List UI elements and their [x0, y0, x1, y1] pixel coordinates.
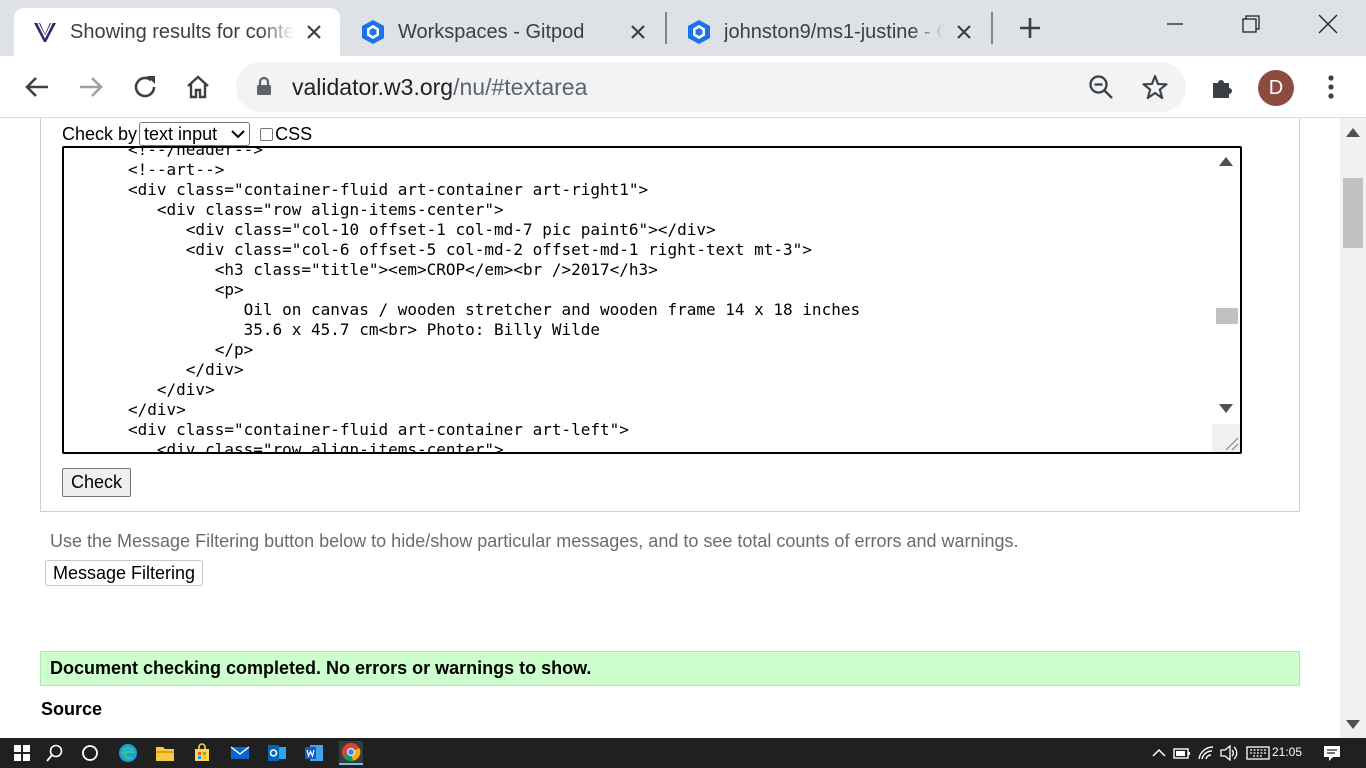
- code-line: </div>: [128, 360, 244, 379]
- lock-icon[interactable]: [256, 76, 272, 101]
- scroll-down-icon[interactable]: [1219, 404, 1233, 414]
- code-line: <h3 class="title"><em>CROP</em><br />201…: [128, 260, 658, 279]
- check-by-value: text input: [144, 123, 218, 144]
- code-line: <!--/header-->: [128, 146, 263, 159]
- css-checkbox[interactable]: [260, 127, 274, 141]
- gitpod-icon: [360, 19, 386, 45]
- url-text[interactable]: validator.w3.org/nu/#textarea: [292, 74, 587, 101]
- back-button[interactable]: [20, 70, 54, 104]
- code-line: <div class="row align-items-center">: [128, 440, 504, 454]
- code-line: Oil on canvas / wooden stretcher and woo…: [128, 300, 861, 319]
- code-line: <div class="col-6 offset-5 col-md-2 offs…: [128, 240, 812, 259]
- check-by-label: Check by: [62, 123, 138, 144]
- tab-validator[interactable]: Showing results for contents of text-inp…: [14, 8, 340, 56]
- check-button[interactable]: Check: [62, 468, 131, 497]
- source-textarea[interactable]: <!--/header--> <!--art--> <div class="cont…: [62, 146, 1242, 454]
- textarea-scroll-thumb[interactable]: [1216, 308, 1238, 324]
- home-button[interactable]: [181, 70, 215, 104]
- star-icon[interactable]: [1142, 74, 1168, 100]
- code-line: <div class="row align-items-center">: [128, 200, 504, 219]
- file-explorer-icon[interactable]: [153, 741, 177, 765]
- restore-button[interactable]: [1228, 4, 1274, 44]
- minimize-button[interactable]: [1152, 4, 1198, 44]
- page-scrollbar[interactable]: [1340, 118, 1366, 738]
- check-by-select[interactable]: text input: [139, 122, 251, 146]
- forward-button[interactable]: [74, 70, 108, 104]
- windows-start-icon[interactable]: [10, 741, 34, 765]
- url-host: validator.w3.org: [292, 74, 454, 100]
- close-window-button[interactable]: [1305, 4, 1351, 44]
- page-viewport: Check by text input CSS <!--/header--> <!…: [0, 118, 1366, 738]
- code-line: <div class="col-10 offset-1 col-md-7 pic…: [128, 220, 716, 239]
- textarea-scrollbar[interactable]: [1212, 148, 1240, 452]
- filter-hint: Use the Message Filtering button below t…: [50, 531, 1019, 551]
- browser-toolbar: validator.w3.org/nu/#textarea D: [0, 56, 1366, 118]
- code-line: </p>: [128, 340, 254, 359]
- new-tab-button[interactable]: [1014, 12, 1046, 44]
- scroll-up-icon[interactable]: [1219, 156, 1233, 166]
- resize-handle-icon[interactable]: [1212, 424, 1240, 452]
- menu-icon[interactable]: [1314, 70, 1348, 104]
- close-icon[interactable]: [302, 20, 326, 44]
- chevron-up-icon[interactable]: [1147, 741, 1171, 765]
- search-icon[interactable]: [43, 741, 67, 765]
- tab-title: Showing results for contents of text-inp…: [70, 20, 294, 43]
- code-line: <div class="container-fluid art-containe…: [128, 180, 649, 199]
- close-icon[interactable]: [952, 20, 976, 44]
- css-label: CSS: [275, 123, 313, 144]
- keyboard-icon[interactable]: [1244, 741, 1272, 765]
- code-line: </div>: [128, 400, 186, 419]
- taskbar-clock[interactable]: 21:05: [1272, 745, 1302, 759]
- tab-title: johnston9/ms1-justine - Gitpod: [724, 20, 944, 43]
- mail-icon[interactable]: [228, 741, 252, 765]
- tab-separator: [665, 12, 667, 44]
- check-by-row: Check by text input CSS: [62, 122, 312, 146]
- tab-gitpod-repo[interactable]: johnston9/ms1-justine - Gitpod: [668, 8, 990, 56]
- chrome-taskbar-icon[interactable]: [339, 741, 363, 765]
- page-scroll-thumb[interactable]: [1343, 178, 1363, 248]
- w3-validator-icon: [32, 19, 58, 45]
- close-icon[interactable]: [626, 20, 650, 44]
- code-line: </div>: [128, 380, 215, 399]
- edge-icon[interactable]: [116, 741, 140, 765]
- task-view-icon[interactable]: [78, 741, 102, 765]
- code-line: <!--art-->: [128, 160, 225, 179]
- tab-separator: [991, 12, 993, 44]
- windows-taskbar: 21:05: [0, 738, 1366, 768]
- scroll-down-icon[interactable]: [1346, 720, 1360, 730]
- tab-gitpod-workspaces[interactable]: Workspaces - Gitpod: [342, 8, 664, 56]
- url-path: /nu/#textarea: [453, 74, 588, 100]
- tab-title: Workspaces - Gitpod: [398, 20, 585, 43]
- gitpod-icon: [686, 19, 712, 45]
- address-bar[interactable]: validator.w3.org/nu/#textarea: [236, 62, 1186, 112]
- result-message: Document checking completed. No errors o…: [40, 651, 1300, 686]
- chevron-down-icon: [231, 130, 245, 139]
- source-heading: Source: [41, 699, 103, 719]
- reload-button[interactable]: [128, 70, 162, 104]
- code-content: <!--/header--> <!--art--> <div class="cont…: [128, 146, 861, 454]
- notifications-icon[interactable]: [1320, 741, 1344, 765]
- code-line: 35.6 x 45.7 cm<br> Photo: Billy Wilde: [128, 320, 601, 339]
- wifi-icon[interactable]: [1194, 741, 1218, 765]
- zoom-icon[interactable]: [1088, 74, 1114, 100]
- store-icon[interactable]: [190, 741, 214, 765]
- message-filtering-button[interactable]: Message Filtering: [45, 560, 204, 586]
- outlook-icon[interactable]: [265, 741, 289, 765]
- volume-icon[interactable]: [1217, 741, 1241, 765]
- profile-avatar[interactable]: D: [1258, 70, 1294, 106]
- extensions-icon[interactable]: [1206, 70, 1240, 104]
- code-line: <div class="container-fluid art-containe…: [128, 420, 629, 439]
- scroll-up-icon[interactable]: [1346, 127, 1360, 137]
- code-line: <p>: [128, 280, 244, 299]
- browser-tab-strip: Showing results for contents of text-inp…: [0, 0, 1366, 56]
- word-icon[interactable]: [302, 741, 326, 765]
- battery-icon[interactable]: [1170, 741, 1194, 765]
